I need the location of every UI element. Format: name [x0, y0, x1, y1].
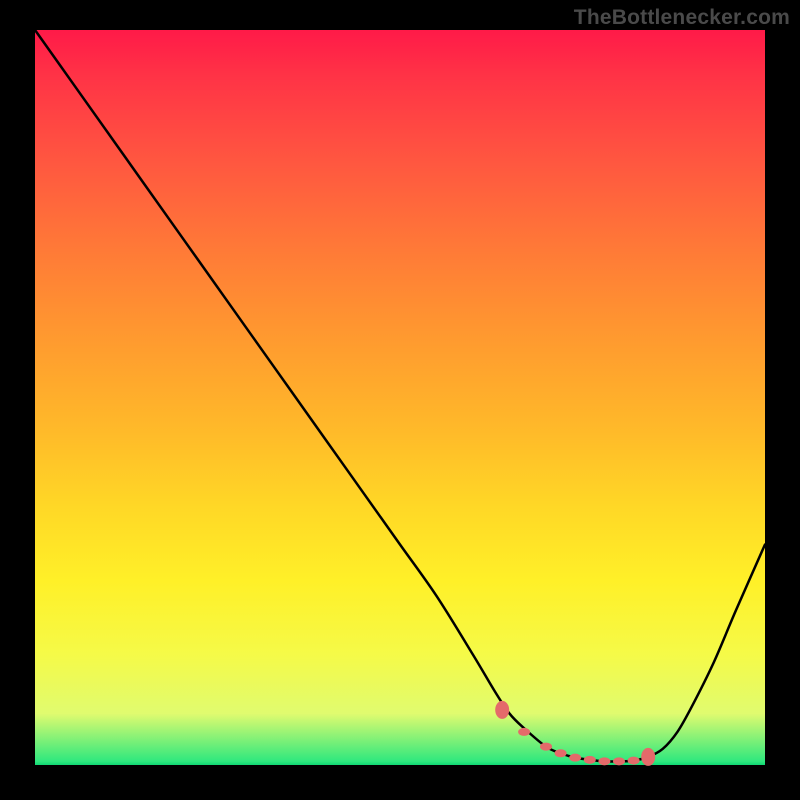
highlight-dot: [613, 757, 625, 765]
plot-area: [35, 30, 765, 765]
highlight-dot: [584, 756, 596, 764]
curve-svg: [35, 30, 765, 765]
chart-container: TheBottlenecker.com: [0, 0, 800, 800]
highlight-dot: [628, 757, 640, 765]
highlight-dot: [598, 757, 610, 765]
highlight-dot: [518, 728, 530, 736]
highlight-dot: [641, 748, 655, 766]
highlight-dot: [555, 749, 567, 757]
highlight-dot: [495, 701, 509, 719]
highlight-dot: [540, 743, 552, 751]
highlight-dot: [569, 754, 581, 762]
attribution-text: TheBottlenecker.com: [574, 6, 790, 30]
highlight-dots: [495, 701, 655, 766]
bottleneck-curve: [35, 30, 765, 761]
